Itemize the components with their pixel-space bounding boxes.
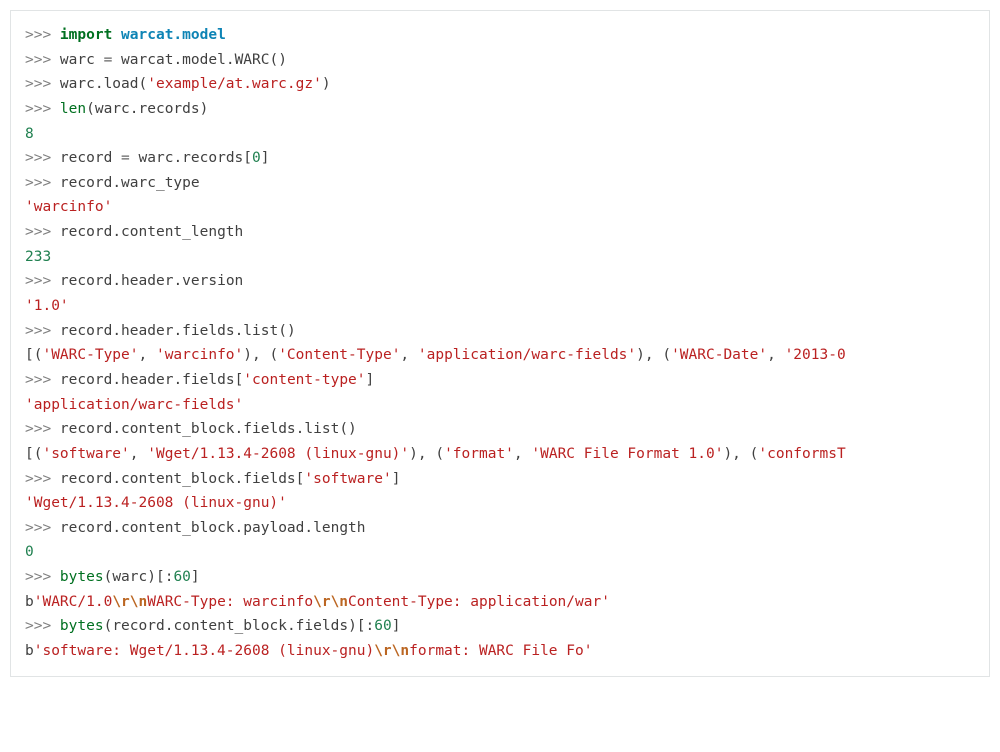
output-line: 'Wget/1.13.4-2608 (linux-gnu)' (25, 495, 287, 511)
code-line: >>> record.header.version (25, 273, 243, 289)
code-line: >>> record.content_length (25, 224, 243, 240)
output-line: 233 (25, 249, 51, 265)
code-line: >>> bytes(record.content_block.fields)[:… (25, 618, 400, 634)
output-line: 0 (25, 544, 34, 560)
code-line: >>> record.content_block.payload.length (25, 520, 366, 536)
output-line: '1.0' (25, 298, 69, 314)
code-line: >>> record.header.fields.list() (25, 323, 296, 339)
code-line: >>> record.content_block.fields['softwar… (25, 471, 400, 487)
python-repl-code-block[interactable]: >>> import warcat.model >>> warc = warca… (10, 10, 990, 677)
output-line: 'application/warc-fields' (25, 397, 243, 413)
code-line: >>> record.warc_type (25, 175, 200, 191)
code-line: >>> record.content_block.fields.list() (25, 421, 357, 437)
code-line: >>> record.header.fields['content-type'] (25, 372, 374, 388)
output-line: 'warcinfo' (25, 199, 112, 215)
output-line: [('WARC-Type', 'warcinfo'), ('Content-Ty… (25, 347, 846, 363)
code-line: >>> warc.load('example/at.warc.gz') (25, 76, 331, 92)
output-line: 8 (25, 126, 34, 142)
code-line: >>> warc = warcat.model.WARC() (25, 52, 287, 68)
output-line: b'WARC/1.0\r\nWARC-Type: warcinfo\r\nCon… (25, 594, 610, 610)
code-line: >>> import warcat.model (25, 27, 226, 43)
code-line: >>> len(warc.records) (25, 101, 208, 117)
output-line: [('software', 'Wget/1.13.4-2608 (linux-g… (25, 446, 846, 462)
code-line: >>> bytes(warc)[:60] (25, 569, 200, 585)
output-line: b'software: Wget/1.13.4-2608 (linux-gnu)… (25, 643, 592, 659)
code-line: >>> record = warc.records[0] (25, 150, 269, 166)
